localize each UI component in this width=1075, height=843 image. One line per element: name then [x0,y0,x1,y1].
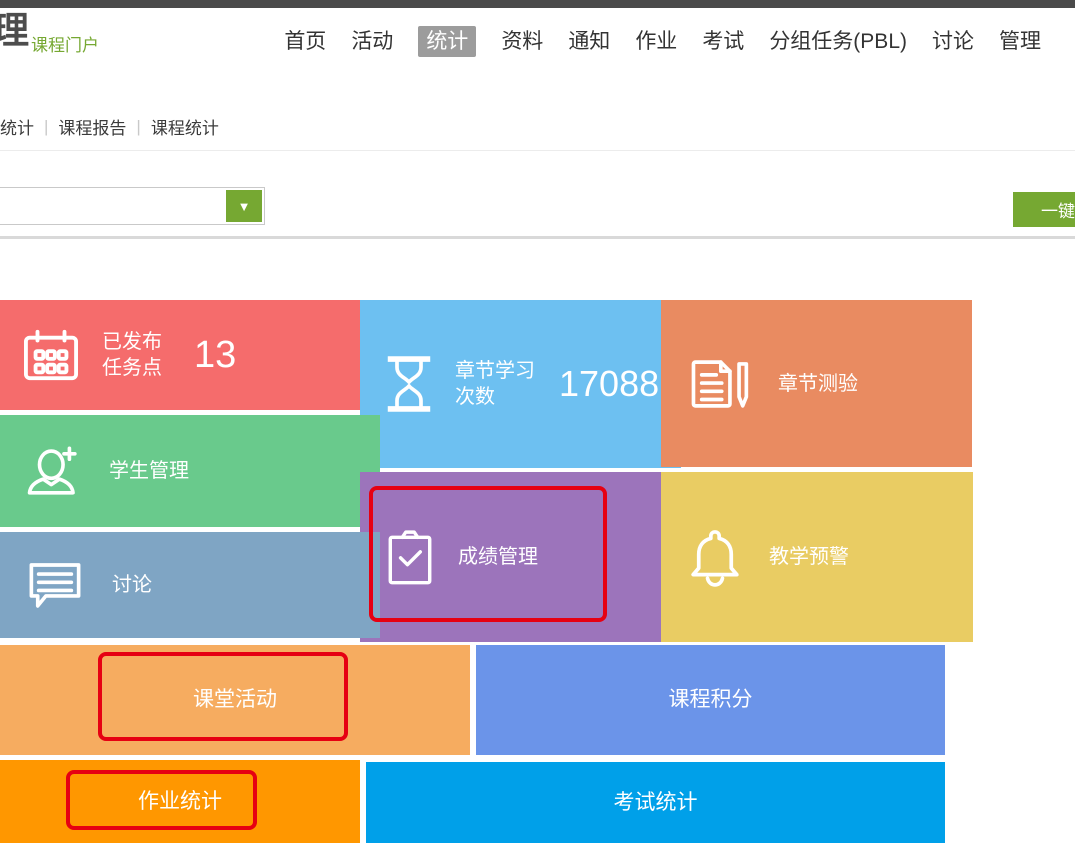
clipboard-check-icon [386,528,434,586]
nav-item-statistics[interactable]: 统计 [418,26,476,57]
calendar-icon [22,328,80,382]
tile-course-points[interactable]: 课程积分 [476,645,945,755]
one-click-export-button[interactable]: 一键 [1013,192,1075,227]
breadcrumb-separator: | [136,117,140,137]
document-pen-icon [688,356,750,412]
tile-label: 学生管理 [109,458,189,484]
tile-homework-stats[interactable]: 作业统计 [0,760,360,843]
divider [0,150,1075,151]
chapter-study-count: 17088 [559,366,659,402]
course-portal-link[interactable]: 课程门户 [31,31,99,56]
chevron-down-icon: ▼ [238,199,251,214]
breadcrumb: 统计 | 课程报告 | 课程统计 [0,114,219,139]
tile-discussion[interactable]: 讨论 [0,532,380,638]
nav-item-discussion[interactable]: 讨论 [932,31,974,52]
breadcrumb-separator: | [44,117,48,137]
dropdown-arrow-button[interactable]: ▼ [226,190,262,222]
breadcrumb-course-report[interactable]: 课程报告 [58,114,126,139]
nav-item-exams[interactable]: 考试 [702,31,744,52]
person-plus-icon [25,445,83,497]
tile-label: 课堂活动 [193,686,277,713]
nav-item-home[interactable]: 首页 [284,31,326,52]
tile-published-task-points[interactable]: 已发布 任务点 13 [0,300,377,410]
main-nav: 首页 活动 统计 资料 通知 作业 考试 分组任务(PBL) 讨论 管理 [284,26,1041,57]
tile-label: 考试统计 [614,789,698,816]
nav-item-notices[interactable]: 通知 [568,31,610,52]
tile-label: 成绩管理 [458,544,538,570]
tile-chapter-quiz[interactable]: 章节测验 [661,300,972,467]
nav-item-activity[interactable]: 活动 [351,31,393,52]
class-select-dropdown[interactable]: ▼ [0,187,265,225]
tile-label: 讨论 [112,572,152,598]
speech-bubble-icon [25,559,85,611]
nav-item-materials[interactable]: 资料 [501,31,543,52]
tile-label: 课程积分 [669,686,753,713]
published-task-count: 13 [194,336,236,374]
breadcrumb-course-stats[interactable]: 课程统计 [151,114,219,139]
bell-icon [689,527,741,587]
nav-item-pbl[interactable]: 分组任务(PBL) [769,31,907,52]
tile-label: 章节学习 次数 [455,358,535,410]
tile-student-management[interactable]: 学生管理 [0,415,380,527]
tile-chapter-study-count[interactable]: 章节学习 次数 17088 [360,300,681,468]
top-window-bar [0,0,1075,8]
nav-item-manage[interactable]: 管理 [999,31,1041,52]
tile-exam-stats[interactable]: 考试统计 [366,762,945,843]
nav-item-homework[interactable]: 作业 [635,31,677,52]
tile-label: 教学预警 [769,544,849,570]
breadcrumb-statistics[interactable]: 统计 [0,114,34,139]
site-logo: 理 [0,12,29,49]
tile-label: 已发布 任务点 [102,329,162,381]
tile-class-activity[interactable]: 课堂活动 [0,645,470,755]
tile-teaching-alert[interactable]: 教学预警 [661,472,973,642]
divider [0,236,1075,239]
page: 理 课程门户 首页 活动 统计 资料 通知 作业 考试 分组任务(PBL) 讨论… [0,0,1075,843]
tile-label: 章节测验 [778,371,858,397]
tile-label: 作业统计 [138,788,222,815]
tile-grade-management[interactable]: 成绩管理 [360,472,682,642]
hourglass-icon [385,354,433,414]
